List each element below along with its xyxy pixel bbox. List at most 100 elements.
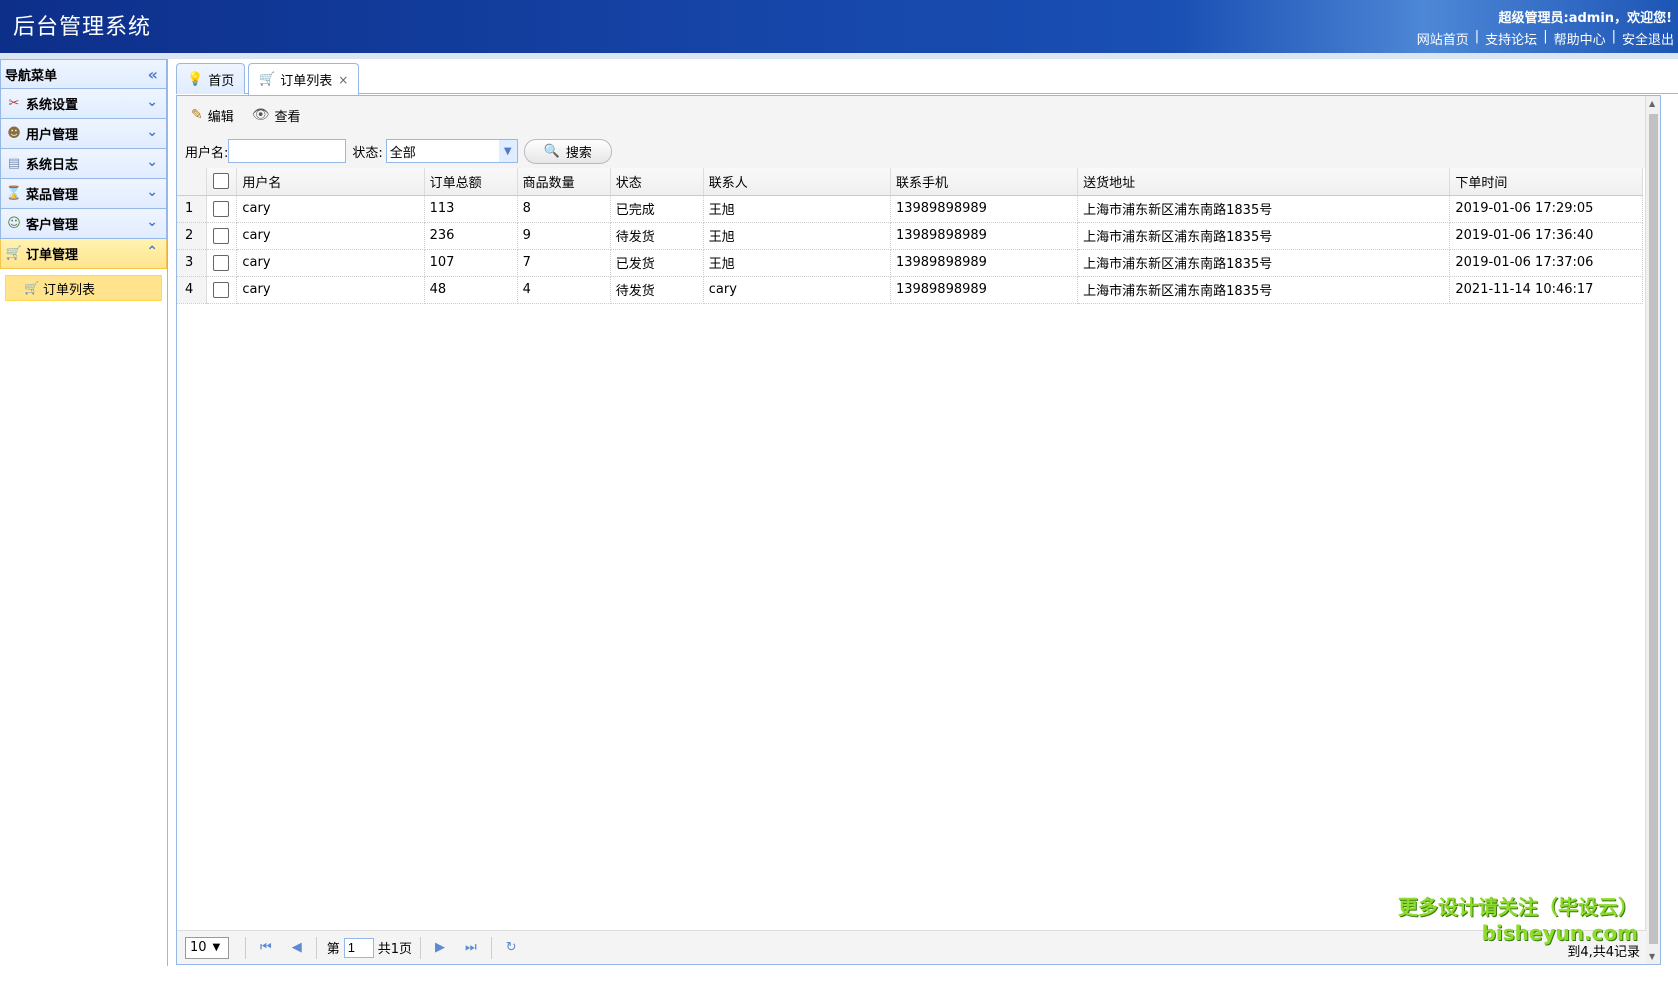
pager-separator <box>420 936 421 959</box>
tab-label: 首页 <box>208 73 235 89</box>
customer-icon: ☺ <box>7 216 21 231</box>
filter-bar: 用户名: 状态: 全部 ▼ 🔍 搜索 <box>177 134 1660 168</box>
sidebar-subitem-order-list[interactable]: 🛒 订单列表 <box>5 275 162 301</box>
column-header-address[interactable]: 送货地址 <box>1077 168 1451 196</box>
cell-contact: cary <box>703 276 891 304</box>
sidebar-item-user-management[interactable]: ☻ 用户管理 ⌄ <box>0 119 167 149</box>
cell-username: cary <box>236 249 425 277</box>
page-size-value: 10 <box>190 940 207 955</box>
search-button[interactable]: 🔍 搜索 <box>523 138 612 164</box>
tools-icon: ✂ <box>8 96 20 111</box>
tab-home[interactable]: 💡 首页 <box>176 63 246 94</box>
pager-separator <box>315 936 317 959</box>
vertical-scrollbar[interactable]: ▲ ▼ <box>1645 96 1660 964</box>
select-all-cell <box>206 168 238 196</box>
row-number: 2 <box>177 222 208 250</box>
edit-button[interactable]: ✎ 编辑 <box>191 106 234 125</box>
row-checkbox[interactable] <box>213 227 230 244</box>
scroll-down-icon[interactable]: ▼ <box>1649 952 1655 961</box>
next-page-icon[interactable]: ▶ <box>435 940 445 955</box>
cart-icon: 🛒 <box>24 281 39 295</box>
cell-username: cary <box>236 222 425 250</box>
page-number-input[interactable] <box>343 937 374 958</box>
column-header-item-count[interactable]: 商品数量 <box>517 168 611 196</box>
cell-order-time: 2021-11-14 10:46:17 <box>1449 276 1643 304</box>
cell-status: 待发货 <box>610 222 704 250</box>
pager-separator <box>490 936 492 959</box>
link-separator: | <box>1543 29 1548 44</box>
sidebar-item-label: 系统日志 <box>26 158 79 173</box>
log-icon: ▤ <box>7 156 21 171</box>
table-row[interactable]: 4 cary 48 4 待发货 cary 13989898989 上海市浦东新区… <box>177 276 1643 304</box>
forum-link[interactable]: 支持论坛 <box>1485 29 1537 48</box>
sidebar-item-customer-management[interactable]: ☺ 客户管理 ⌄ <box>0 209 167 239</box>
scrollbar-thumb[interactable] <box>1649 114 1658 944</box>
header-links: 网站首页 | 支持论坛 | 帮助中心 | 安全退出 <box>1417 29 1674 48</box>
sidebar-item-system-settings[interactable]: ✂ 系统设置 ⌄ <box>0 89 167 119</box>
prev-page-icon[interactable]: ◀ <box>292 940 302 955</box>
column-header-username[interactable]: 用户名 <box>236 168 425 196</box>
table-row[interactable]: 2 cary 236 9 待发货 王旭 13989898989 上海市浦东新区浦… <box>177 222 1643 250</box>
first-page-icon[interactable]: ⏮ <box>260 940 272 955</box>
lightbulb-icon: 💡 <box>187 71 204 87</box>
sidebar: 导航菜单 « ✂ 系统设置 ⌄ ☻ 用户管理 ⌄ ▤ 系统日志 ⌄ ⌛ 菜品管理… <box>0 59 168 966</box>
column-header-contact[interactable]: 联系人 <box>703 168 891 196</box>
chevron-down-icon: ⌄ <box>146 214 158 230</box>
last-page-icon[interactable]: ⏭ <box>465 940 477 955</box>
column-header-phone[interactable]: 联系手机 <box>890 168 1079 196</box>
scroll-up-icon[interactable]: ▲ <box>1649 99 1655 108</box>
select-all-checkbox[interactable] <box>213 173 230 190</box>
sidebar-item-system-log[interactable]: ▤ 系统日志 ⌄ <box>0 149 167 179</box>
watermark-line2: bisheyun.com <box>1481 921 1638 945</box>
row-checkbox[interactable] <box>213 281 230 298</box>
page-size-select[interactable]: 10 ▼ <box>185 936 229 959</box>
cell-status: 已完成 <box>610 195 704 223</box>
help-link[interactable]: 帮助中心 <box>1554 29 1606 48</box>
tab-order-list[interactable]: 🛒 订单列表 × <box>248 63 360 95</box>
cell-address: 上海市浦东新区浦东南路1835号 <box>1077 249 1451 277</box>
chevron-down-icon: ▼ <box>212 942 221 953</box>
cell-username: cary <box>236 195 425 223</box>
page-prefix: 第 <box>326 942 340 957</box>
home-link[interactable]: 网站首页 <box>1417 29 1469 48</box>
chevron-down-icon[interactable]: ▼ <box>498 140 517 162</box>
username-input[interactable] <box>228 139 347 163</box>
cell-order-time: 2019-01-06 17:37:06 <box>1449 249 1643 277</box>
user-icon: ☻ <box>7 126 21 141</box>
row-checkbox[interactable] <box>213 254 230 271</box>
search-icon: 🔍 <box>543 143 560 159</box>
cell-item-count: 9 <box>517 222 611 250</box>
logout-link[interactable]: 安全退出 <box>1622 29 1674 48</box>
close-icon[interactable]: × <box>338 73 348 87</box>
order-table: 用户名 订单总额 商品数量 状态 联系人 联系手机 送货地址 下单时间 1 ca… <box>177 168 1643 304</box>
toolbar: ✎ 编辑 👁 查看 <box>177 96 1660 134</box>
app-title: 后台管理系统 <box>13 15 152 40</box>
row-checkbox-cell <box>206 276 238 304</box>
sidebar-item-label: 订单管理 <box>26 248 79 263</box>
status-label: 状态: <box>352 145 383 161</box>
row-number: 4 <box>177 276 208 304</box>
table-row[interactable]: 1 cary 113 8 已完成 王旭 13989898989 上海市浦东新区浦… <box>177 195 1643 223</box>
cart-icon: 🛒 <box>5 246 23 261</box>
cell-contact: 王旭 <box>703 195 891 223</box>
row-checkbox[interactable] <box>213 200 230 217</box>
refresh-icon[interactable]: ↻ <box>506 940 517 955</box>
sidebar-item-dish-management[interactable]: ⌛ 菜品管理 ⌄ <box>0 179 167 209</box>
view-button[interactable]: 👁 查看 <box>252 106 301 125</box>
column-header-order-time[interactable]: 下单时间 <box>1449 168 1643 196</box>
row-checkbox-cell <box>206 249 238 277</box>
app-header: 后台管理系统 超级管理员:admin，欢迎您! 网站首页 | 支持论坛 | 帮助中心… <box>0 0 1678 53</box>
collapse-icon[interactable]: « <box>148 65 158 84</box>
column-header-order-total[interactable]: 订单总额 <box>424 168 518 196</box>
header-divider <box>0 53 1678 59</box>
status-select[interactable]: 全部 ▼ <box>385 139 518 163</box>
table-row[interactable]: 3 cary 107 7 已发货 王旭 13989898989 上海市浦东新区浦… <box>177 249 1643 277</box>
cell-order-time: 2019-01-06 17:36:40 <box>1449 222 1643 250</box>
watermark: 更多设计请关注（毕设云） bisheyun.com <box>1398 894 1638 946</box>
sidebar-item-order-management[interactable]: 🛒 订单管理 ⌃ <box>0 239 167 269</box>
welcome-text: 超级管理员:admin，欢迎您! <box>1498 11 1672 26</box>
cell-item-count: 7 <box>517 249 611 277</box>
chevron-down-icon: ⌄ <box>146 184 158 200</box>
cell-phone: 13989898989 <box>890 276 1079 304</box>
column-header-status[interactable]: 状态 <box>610 168 704 196</box>
